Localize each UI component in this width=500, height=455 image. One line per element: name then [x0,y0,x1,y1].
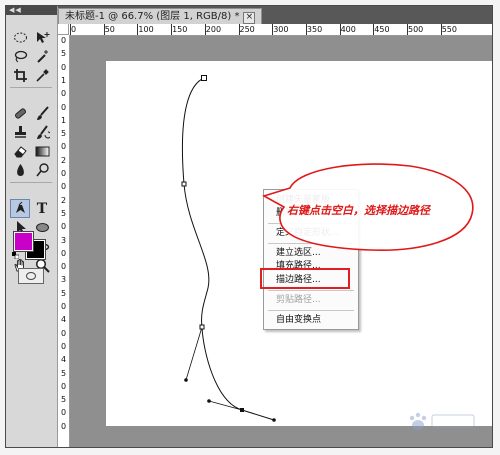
anchor-point-selected[interactable] [240,408,244,412]
menu-separator [268,243,354,244]
menu-separator [268,310,354,311]
stroke-path-highlight-box [260,268,350,289]
menu-item-make-selection[interactable]: 建立选区... [276,248,321,259]
direction-handle[interactable] [272,418,276,422]
path-curve[interactable] [181,77,275,421]
menu-separator [268,290,354,291]
menu-item-clipping-path: 剪贴路径... [276,295,321,305]
menu-item-define-custom-shape[interactable]: 定义自定形状... [276,228,339,239]
work-path[interactable] [0,0,500,455]
anchor-point[interactable] [181,181,187,187]
baidu-watermark-logo [409,412,475,430]
direction-line [185,326,203,381]
direction-handle[interactable] [184,378,188,382]
direction-line [208,400,243,411]
menu-item-free-transform-points[interactable]: 自由变换点 [276,315,321,326]
anchor-point[interactable] [199,324,205,330]
menu-separator [268,223,354,224]
direction-handle[interactable] [207,399,211,403]
callout-instruction-text: 右键点击空白，选择描边路径 [287,204,430,217]
anchor-point[interactable] [201,75,207,81]
